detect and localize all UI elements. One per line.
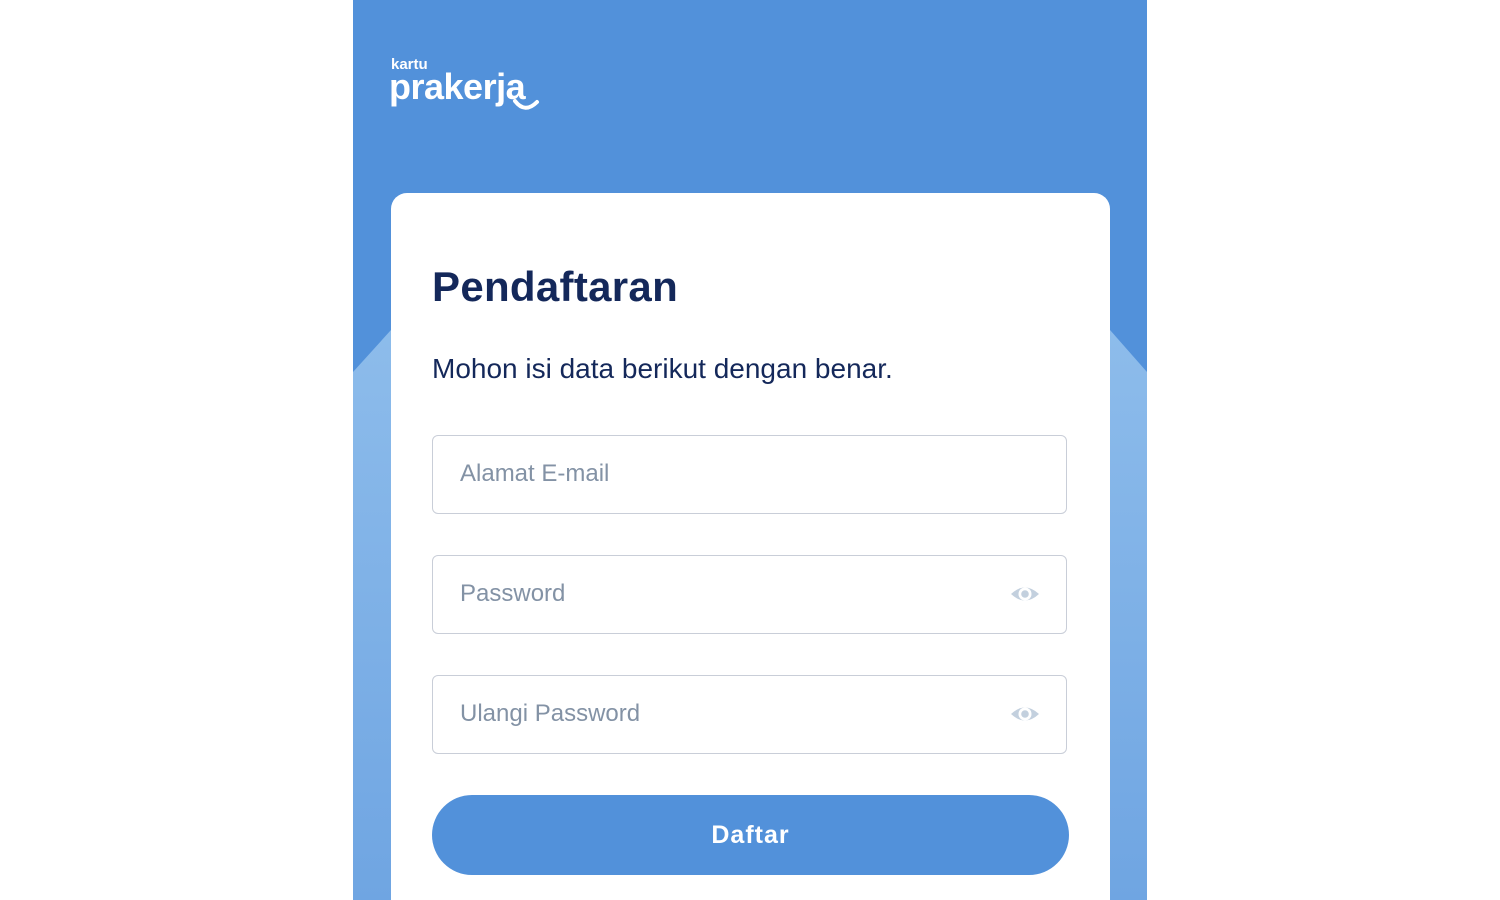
register-button[interactable]: Daftar — [432, 795, 1069, 875]
eye-icon[interactable] — [1010, 702, 1040, 726]
app-frame: kartu prakerja Pendaftaran Mohon isi dat… — [353, 0, 1147, 900]
page-title: Pendaftaran — [432, 263, 679, 310]
prakerja-logo: kartu prakerja — [389, 56, 539, 110]
registration-card: Pendaftaran Mohon isi data berikut denga… — [391, 193, 1110, 900]
email-field — [432, 435, 1067, 514]
password-field — [432, 555, 1067, 634]
confirm-password-field — [432, 675, 1067, 754]
confirm-password-input[interactable] — [460, 676, 1000, 752]
email-input[interactable] — [460, 436, 1000, 512]
form-instructions: Mohon isi data berikut dengan benar. — [432, 353, 893, 384]
eye-icon[interactable] — [1010, 582, 1040, 606]
logo-main-text: prakerja — [389, 66, 527, 107]
password-input[interactable] — [460, 556, 1000, 632]
